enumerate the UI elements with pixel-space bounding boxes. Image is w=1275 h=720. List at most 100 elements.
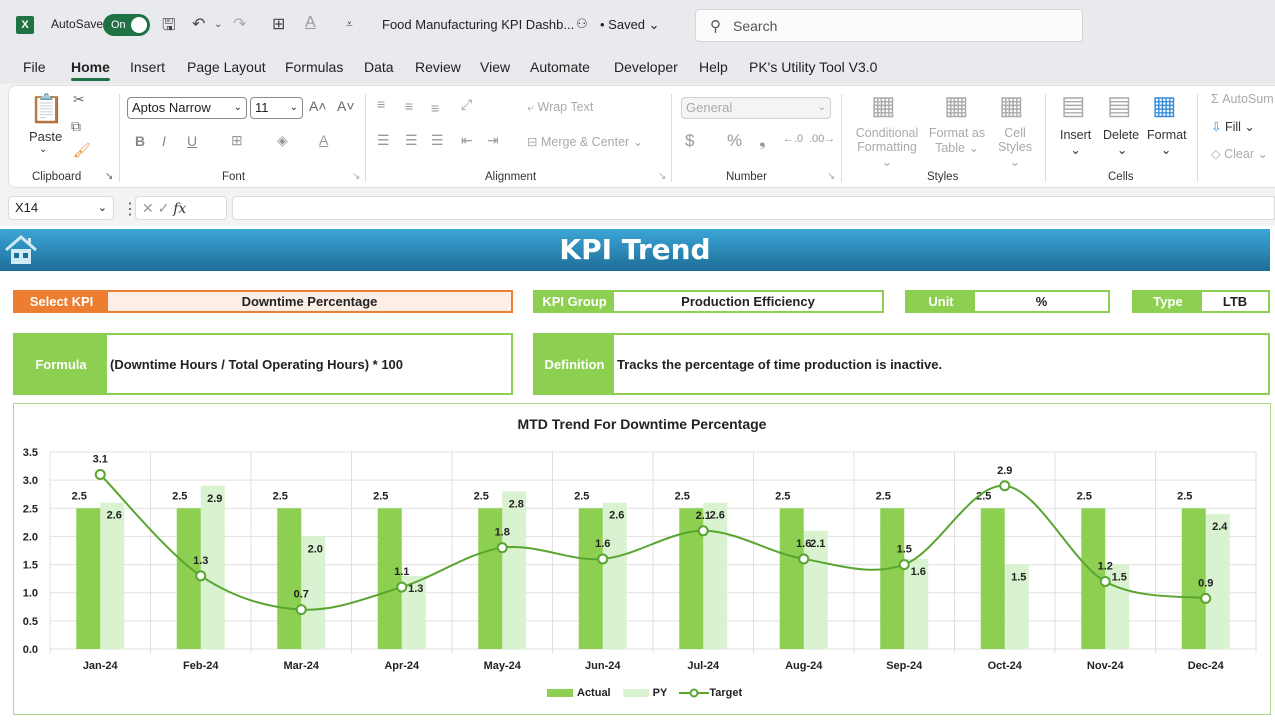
legend-target-swatch xyxy=(679,688,710,698)
tab-data[interactable]: Data xyxy=(364,59,394,75)
autosave-toggle[interactable]: On xyxy=(103,14,150,36)
trend-chart[interactable]: MTD Trend For Downtime Percentage 0.0 0.5… xyxy=(13,403,1271,715)
tab-help[interactable]: Help xyxy=(699,59,728,75)
orientation-icon[interactable]: ⤢ xyxy=(461,96,472,113)
format-button[interactable]: Format ⌄ xyxy=(1147,128,1187,157)
format-as-table-button[interactable]: Format as Table ⌄ xyxy=(927,126,987,155)
align-right-icon[interactable]: ☰ xyxy=(431,132,444,149)
document-title: Food Manufacturing KPI Dashb... xyxy=(382,17,575,32)
align-left-icon[interactable]: ☰ xyxy=(377,132,390,149)
font-name-select[interactable]: Aptos Narrow ⌄ xyxy=(127,97,247,119)
comma-button[interactable]: ❟ xyxy=(759,131,766,151)
delete-button[interactable]: Delete ⌄ xyxy=(1103,128,1139,157)
search-placeholder: Search xyxy=(733,17,778,34)
decrease-font-icon[interactable]: A˅ xyxy=(337,98,355,114)
decrease-indent-icon[interactable]: ⇤ xyxy=(461,132,473,149)
data-label-py: 1.6 xyxy=(911,566,926,578)
bar-py xyxy=(100,502,125,649)
font-size-value: 11 xyxy=(255,100,269,115)
type-field: Type LTB xyxy=(1132,290,1270,313)
x-tick-label: Jun-24 xyxy=(585,660,621,672)
increase-indent-icon[interactable]: ⇥ xyxy=(487,132,499,149)
share-people-icon[interactable]: ⚇ xyxy=(576,16,588,32)
paste-icon[interactable]: 📋 xyxy=(29,92,64,125)
format-painter-icon[interactable]: 🖌 xyxy=(73,142,91,159)
font-color-icon[interactable]: A xyxy=(305,14,316,32)
undo-icon[interactable]: ↶ xyxy=(192,14,205,34)
autosum-button[interactable]: Σ AutoSum xyxy=(1211,92,1274,106)
customize-toolbar-icon[interactable]: ⩡ xyxy=(346,17,353,32)
separator xyxy=(119,94,120,182)
chevron-down-icon: ⌄ xyxy=(289,102,298,113)
x-tick-label: Apr-24 xyxy=(384,660,420,672)
cancel-icon[interactable]: ✕ xyxy=(142,200,154,216)
tab-developer[interactable]: Developer xyxy=(614,59,678,75)
ribbon: 📋 Paste ⌄ ✂ ⧉ 🖌 Clipboard ↘ Aptos Narrow… xyxy=(8,85,1275,188)
legend-actual-swatch xyxy=(547,689,573,697)
insert-function-button[interactable]: fx xyxy=(173,201,186,217)
increase-decimal-icon[interactable]: ←.0 xyxy=(783,133,803,145)
increase-font-icon[interactable]: A˄ xyxy=(309,98,327,114)
cell-styles-button[interactable]: Cell Styles ⌄ xyxy=(993,126,1037,169)
borders-icon[interactable]: ⊞ xyxy=(231,132,243,149)
tab-file[interactable]: File xyxy=(23,59,46,75)
tab-view[interactable]: View xyxy=(480,59,510,75)
paste-dropdown-icon[interactable]: ⌄ xyxy=(39,144,47,155)
italic-button[interactable]: I xyxy=(162,133,166,149)
bold-button[interactable]: B xyxy=(135,133,145,149)
target-point xyxy=(999,480,1011,492)
align-top-icon[interactable]: ≡ xyxy=(377,96,385,112)
tab-pk-utility[interactable]: PK's Utility Tool V3.0 xyxy=(749,59,877,75)
target-point xyxy=(1099,575,1111,587)
tab-insert[interactable]: Insert xyxy=(130,59,165,75)
tab-review[interactable]: Review xyxy=(415,59,461,75)
save-status-text: • Saved xyxy=(600,17,646,32)
fill-button[interactable]: ⇩ Fill ⌄ xyxy=(1211,119,1255,134)
wrap-text-button[interactable]: ⤶ Wrap Text xyxy=(527,100,593,115)
name-box[interactable]: X14 ⌄ xyxy=(8,196,114,220)
save-status[interactable]: • Saved ⌄ xyxy=(600,17,660,33)
percent-button[interactable]: % xyxy=(727,131,742,151)
underline-button[interactable]: U xyxy=(187,133,197,149)
bar-actual xyxy=(377,508,402,649)
copy-icon[interactable]: ⧉ xyxy=(71,118,81,135)
insert-button[interactable]: Insert ⌄ xyxy=(1060,128,1091,157)
number-group-label: Number xyxy=(726,171,767,183)
clipboard-launcher-icon[interactable]: ↘ xyxy=(105,171,113,182)
alignment-group-label: Alignment xyxy=(485,171,537,183)
alignment-launcher-icon[interactable]: ↘ xyxy=(658,171,666,182)
number-launcher-icon[interactable]: ↘ xyxy=(827,171,835,182)
font-color-icon[interactable]: A xyxy=(319,132,328,148)
redo-icon[interactable]: ↷ xyxy=(233,14,246,34)
tab-page-layout[interactable]: Page Layout xyxy=(187,59,266,75)
select-kpi-dropdown[interactable]: Downtime Percentage xyxy=(108,292,511,311)
font-launcher-icon[interactable]: ↘ xyxy=(352,171,360,182)
align-bottom-icon[interactable]: ≡ xyxy=(431,100,439,116)
number-format-select[interactable]: General ⌄ xyxy=(681,97,831,119)
paste-button[interactable]: Paste xyxy=(29,129,62,144)
type-value: LTB xyxy=(1202,292,1268,311)
font-size-select[interactable]: 11 ⌄ xyxy=(250,97,303,119)
fill-color-icon[interactable]: ◈ xyxy=(277,132,288,149)
bar-actual xyxy=(980,508,1005,649)
save-icon[interactable]: 🖫 xyxy=(162,14,176,41)
align-middle-icon[interactable]: ≡ xyxy=(405,98,413,114)
cut-icon[interactable]: ✂ xyxy=(73,91,85,108)
tab-automate[interactable]: Automate xyxy=(530,59,590,75)
x-tick-label: Dec-24 xyxy=(1188,660,1225,672)
decrease-decimal-icon[interactable]: .00→ xyxy=(809,133,835,145)
currency-button[interactable]: $ xyxy=(685,131,694,151)
undo-dropdown-icon[interactable]: ⌄ xyxy=(214,19,222,30)
tab-formulas[interactable]: Formulas xyxy=(285,59,343,75)
formula-input[interactable] xyxy=(232,196,1275,220)
data-label-target: 1.2 xyxy=(1098,560,1113,572)
conditional-formatting-button[interactable]: Conditional Formatting ⌄ xyxy=(851,126,923,169)
merge-center-button[interactable]: ⊟ Merge & Center ⌄ xyxy=(527,134,643,149)
enter-icon[interactable]: ✓ xyxy=(158,200,170,216)
clear-button[interactable]: ◇ Clear ⌄ xyxy=(1211,146,1268,161)
search-box[interactable]: ⚲ Search xyxy=(695,9,1083,42)
data-label-actual: 2.5 xyxy=(1077,490,1092,502)
borders-icon[interactable]: ⊞ xyxy=(272,14,285,34)
tab-home[interactable]: Home xyxy=(71,59,110,81)
align-center-icon[interactable]: ☰ xyxy=(405,132,418,149)
